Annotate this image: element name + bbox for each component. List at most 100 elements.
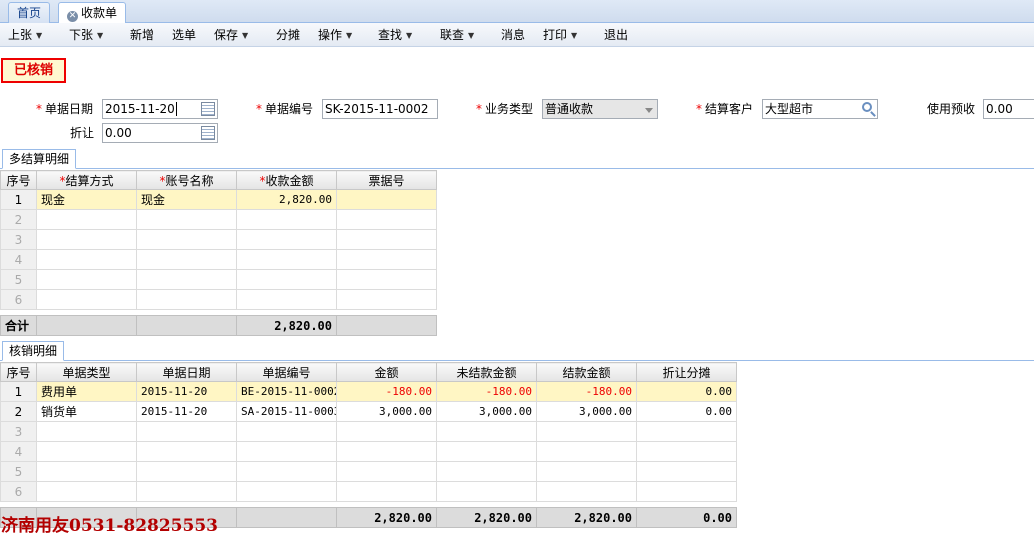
- cell-type[interactable]: [36, 441, 137, 462]
- cell-type[interactable]: [36, 421, 137, 442]
- col-number[interactable]: 单据编号: [236, 362, 337, 382]
- toolbar-button-3[interactable]: 选单: [172, 27, 196, 43]
- toolbar-button-1[interactable]: 下张 ▼: [69, 27, 103, 44]
- table-row[interactable]: 3: [0, 421, 737, 442]
- cell-discount[interactable]: [636, 461, 737, 482]
- toolbar-button-10[interactable]: 打印 ▼: [543, 27, 577, 44]
- col-amount[interactable]: *收款金额: [236, 170, 337, 190]
- col-method[interactable]: *结算方式: [36, 170, 137, 190]
- chevron-down-icon[interactable]: ▼: [97, 31, 103, 40]
- cell-type[interactable]: [36, 461, 137, 482]
- cell-settled[interactable]: -180.00: [536, 381, 637, 402]
- cell-ticket[interactable]: [336, 229, 437, 250]
- cell-unsettled[interactable]: [436, 481, 537, 502]
- table-row[interactable]: 6: [0, 481, 737, 502]
- toolbar-button-9[interactable]: 消息: [501, 27, 525, 43]
- cell-number[interactable]: BE-2015-11-0002: [236, 381, 337, 402]
- cell-amount[interactable]: 3,000.00: [336, 401, 437, 422]
- chevron-down-icon[interactable]: ▼: [242, 31, 248, 40]
- tab-home[interactable]: 首页: [8, 2, 51, 23]
- col-type[interactable]: 单据类型: [36, 362, 137, 382]
- cell-method[interactable]: [36, 209, 137, 230]
- cell-number[interactable]: [236, 421, 337, 442]
- toolbar-button-8[interactable]: 联查 ▼: [440, 27, 474, 44]
- cell-unsettled[interactable]: [436, 441, 537, 462]
- cell-settled[interactable]: [536, 461, 637, 482]
- cell-number[interactable]: [236, 441, 337, 462]
- cell-method[interactable]: [36, 229, 137, 250]
- cell-type[interactable]: [36, 481, 137, 502]
- cell-type[interactable]: 费用单: [36, 381, 137, 402]
- tab-settlement-detail[interactable]: 多结算明细: [2, 149, 77, 169]
- cell-ticket[interactable]: [336, 269, 437, 290]
- table-row[interactable]: 6: [0, 289, 437, 310]
- cell-unsettled[interactable]: -180.00: [436, 381, 537, 402]
- cell-discount[interactable]: 0.00: [636, 381, 737, 402]
- cell-amount[interactable]: [236, 229, 337, 250]
- toolbar-button-5[interactable]: 分摊: [276, 27, 300, 43]
- cell-account[interactable]: [136, 229, 237, 250]
- cell-amount[interactable]: [336, 461, 437, 482]
- cell-amount[interactable]: [236, 249, 337, 270]
- cell-discount[interactable]: 0.00: [636, 401, 737, 422]
- cell-amount[interactable]: [336, 481, 437, 502]
- chevron-down-icon[interactable]: ▼: [36, 31, 42, 40]
- col-ticket[interactable]: 票据号: [336, 170, 437, 190]
- table-row[interactable]: 3: [0, 229, 437, 250]
- cell-method[interactable]: [36, 289, 137, 310]
- cell-account[interactable]: [136, 249, 237, 270]
- cell-unsettled[interactable]: [436, 461, 537, 482]
- cell-discount[interactable]: [636, 441, 737, 462]
- toolbar-button-11[interactable]: 退出: [604, 27, 628, 43]
- table-row[interactable]: 5: [0, 269, 437, 290]
- toolbar-button-0[interactable]: 上张 ▼: [8, 27, 42, 44]
- cell-amount[interactable]: [236, 289, 337, 310]
- cell-discount[interactable]: [636, 481, 737, 502]
- calendar-icon[interactable]: [201, 102, 215, 116]
- cell-amount[interactable]: [336, 421, 437, 442]
- col-discount[interactable]: 折让分摊: [636, 362, 737, 382]
- date-field[interactable]: 2015-11-20: [102, 99, 218, 119]
- table-row[interactable]: 4: [0, 249, 437, 270]
- cell-date[interactable]: [136, 481, 237, 502]
- cell-amount[interactable]: [336, 441, 437, 462]
- col-unsettled[interactable]: 未结款金额: [436, 362, 537, 382]
- cell-date[interactable]: 2015-11-20: [136, 401, 237, 422]
- table-row[interactable]: 1 现金 现金 2,820.00: [0, 189, 437, 210]
- col-idx[interactable]: 序号: [0, 362, 37, 382]
- cell-number[interactable]: [236, 481, 337, 502]
- toolbar-button-6[interactable]: 操作 ▼: [318, 27, 352, 44]
- toolbar-button-2[interactable]: 新增: [130, 27, 154, 43]
- toolbar-button-4[interactable]: 保存 ▼: [214, 27, 248, 44]
- cell-unsettled[interactable]: 3,000.00: [436, 401, 537, 422]
- cell-date[interactable]: 2015-11-20: [136, 381, 237, 402]
- cell-type[interactable]: 销货单: [36, 401, 137, 422]
- cell-method[interactable]: 现金: [36, 189, 137, 210]
- col-amount[interactable]: 金额: [336, 362, 437, 382]
- customer-field[interactable]: 大型超市: [762, 99, 878, 119]
- cell-ticket[interactable]: [336, 249, 437, 270]
- biz-type-select[interactable]: 普通收款: [542, 99, 658, 119]
- cell-account[interactable]: [136, 289, 237, 310]
- cell-ticket[interactable]: [336, 289, 437, 310]
- cell-amount[interactable]: 2,820.00: [236, 189, 337, 210]
- table-row[interactable]: 1 费用单 2015-11-20 BE-2015-11-0002 -180.00 -180…: [0, 381, 737, 402]
- cell-amount[interactable]: [236, 269, 337, 290]
- chevron-down-icon[interactable]: ▼: [406, 31, 412, 40]
- cell-account[interactable]: [136, 209, 237, 230]
- col-account[interactable]: *账号名称: [136, 170, 237, 190]
- cell-settled[interactable]: [536, 421, 637, 442]
- col-date[interactable]: 单据日期: [136, 362, 237, 382]
- table-row[interactable]: 4: [0, 441, 737, 462]
- calculator-icon[interactable]: [201, 126, 215, 140]
- cell-amount[interactable]: [236, 209, 337, 230]
- cell-date[interactable]: [136, 441, 237, 462]
- cell-number[interactable]: [236, 461, 337, 482]
- cell-ticket[interactable]: [336, 209, 437, 230]
- chevron-down-icon[interactable]: ▼: [346, 31, 352, 40]
- cell-settled[interactable]: 3,000.00: [536, 401, 637, 422]
- cell-method[interactable]: [36, 269, 137, 290]
- prepay-field[interactable]: 0.00: [983, 99, 1034, 119]
- tab-receipt[interactable]: ✕ 收款单: [58, 2, 127, 24]
- cell-settled[interactable]: [536, 481, 637, 502]
